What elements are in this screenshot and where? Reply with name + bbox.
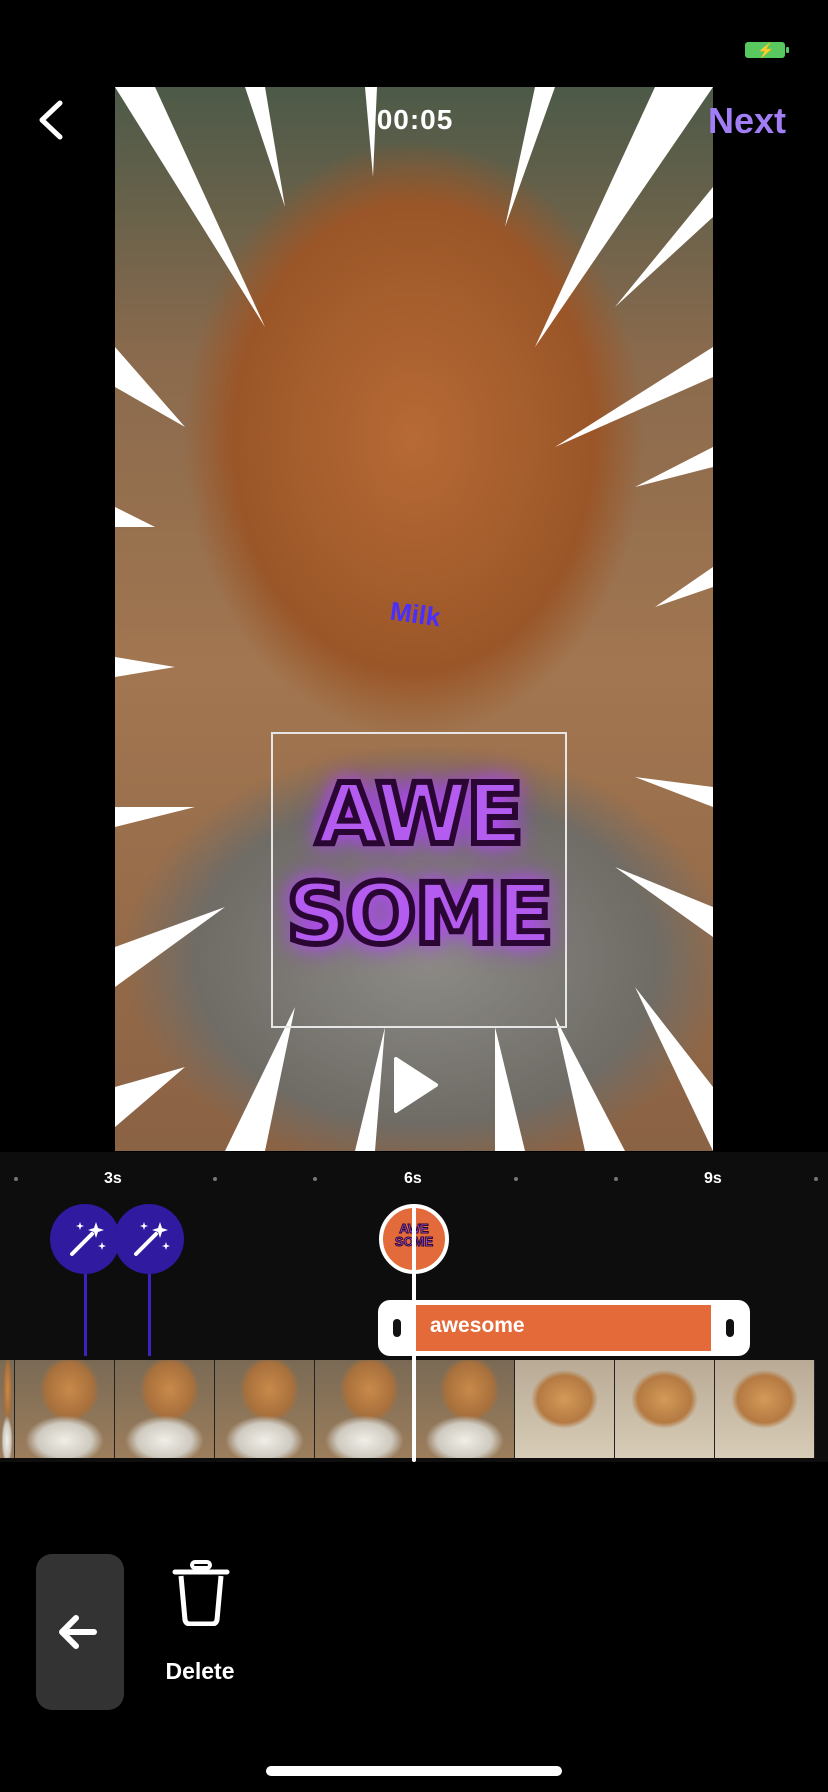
ruler-label-3s: 3s (104, 1170, 122, 1187)
effect-marker[interactable] (50, 1204, 120, 1274)
home-indicator (266, 1766, 562, 1776)
delete-label: Delete (165, 1658, 235, 1684)
delete-button[interactable]: Delete (150, 1554, 250, 1684)
timecode: 00:05 (376, 104, 454, 135)
awesome-sticker[interactable]: AWE SOME (273, 762, 565, 966)
arrow-left-icon (59, 1615, 97, 1649)
magic-wand-icon (70, 1222, 106, 1256)
clip-label: awesome (430, 1314, 525, 1337)
chevron-left-icon[interactable] (30, 95, 80, 145)
clip-end-handle[interactable] (726, 1319, 734, 1337)
battery-icon: ⚡ (745, 42, 789, 58)
play-icon[interactable] (390, 1055, 440, 1115)
sticker-clip[interactable]: awesome (378, 1300, 750, 1356)
ruler-label-6s: 6s (404, 1170, 422, 1187)
video-preview[interactable]: Milk AWE SOME (115, 87, 713, 1151)
awesome-sticker-selection[interactable]: AWE SOME (271, 732, 567, 1028)
playhead[interactable] (412, 1204, 416, 1462)
next-button[interactable]: Next (708, 100, 786, 142)
magic-wand-icon (134, 1222, 170, 1256)
ruler-label-9s: 9s (704, 1170, 722, 1187)
effect-marker[interactable] (114, 1204, 184, 1274)
clip-start-handle[interactable] (393, 1319, 401, 1337)
trash-icon (172, 1560, 230, 1626)
undo-button[interactable] (36, 1554, 124, 1710)
timeline[interactable]: 3s 6s 9s AWE SOME awesome (0, 1152, 828, 1462)
